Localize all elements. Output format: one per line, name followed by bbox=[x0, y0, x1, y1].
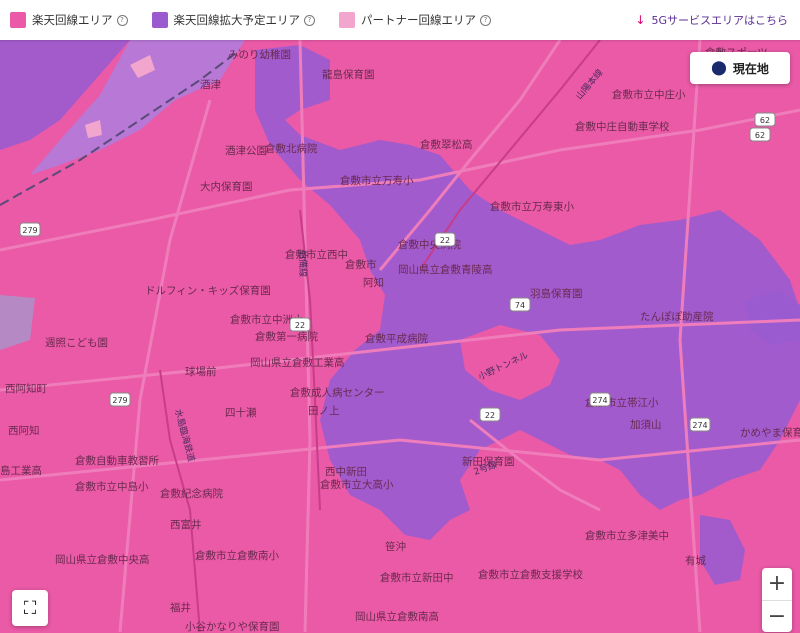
legend-swatch-expansion bbox=[151, 12, 168, 28]
map-label: たんぽぽ助産院 bbox=[640, 310, 714, 323]
map-label: 西阿知 bbox=[8, 424, 40, 437]
map-label: 小谷かなりや保育園 bbox=[185, 620, 280, 632]
legend-bar: 楽天回線エリア ? 楽天回線拡大予定エリア ? パートナー回線エリア ? ↓ 5… bbox=[0, 0, 800, 40]
map-label: 倉敷市立倉敷支援学校 bbox=[478, 568, 583, 581]
legend-label: パートナー回線エリア bbox=[361, 13, 476, 27]
route-number: 274 bbox=[692, 421, 707, 430]
help-icon[interactable]: ? bbox=[480, 14, 491, 26]
zoom-in-button[interactable]: + bbox=[762, 568, 792, 600]
map-label: 笹沖 bbox=[385, 540, 406, 553]
map-label: 酒津公園 bbox=[225, 144, 267, 157]
map-label: 西阿知町 bbox=[5, 382, 47, 395]
arrow-down-icon: ↓ bbox=[635, 13, 646, 27]
route-number: 74 bbox=[515, 301, 525, 310]
map-label: 倉敷市立新田中 bbox=[380, 571, 454, 584]
route-number: 22 bbox=[295, 321, 305, 330]
legend-label: 楽天回線エリア bbox=[32, 13, 113, 27]
map-label: 岡山県立倉敷工業高 bbox=[250, 356, 345, 369]
map-label: 倉敷市立倉敷南小 bbox=[195, 549, 279, 562]
map-label: 酒津 bbox=[200, 78, 221, 91]
map-label: 倉敷自動車教習所 bbox=[75, 454, 159, 467]
legend-item-partner-area[interactable]: パートナー回線エリア ? bbox=[339, 12, 491, 28]
map-label: 倉敷市立西中 bbox=[285, 248, 348, 261]
map-label: 有城 bbox=[685, 554, 706, 567]
map-label: みのり幼稚園 bbox=[228, 48, 291, 61]
map-label: 倉敷市立万寿東小 bbox=[490, 200, 574, 213]
fullscreen-icon: ⛶ bbox=[23, 597, 37, 619]
route-number: 279 bbox=[112, 396, 127, 405]
route-number: 22 bbox=[485, 411, 495, 420]
help-icon[interactable]: ? bbox=[116, 14, 128, 26]
map-label: 龍島保育園 bbox=[322, 68, 375, 81]
map-label: 阿知 bbox=[363, 276, 384, 289]
map-label: 倉敷平成病院 bbox=[365, 332, 428, 345]
map-label: 田ノ上 bbox=[308, 405, 340, 417]
map-label: 四十瀬 bbox=[225, 406, 257, 419]
map-label: 岡山県立倉敷青陵高 bbox=[398, 263, 493, 276]
road-label: 伯備線 bbox=[297, 250, 309, 277]
route-number: 22 bbox=[440, 236, 450, 245]
map-label: 西富井 bbox=[170, 518, 202, 531]
map-label: 島工業高 bbox=[0, 464, 42, 477]
map-label: 倉敷第一病院 bbox=[255, 330, 318, 343]
map-label: 倉敷市立中庄小 bbox=[612, 88, 686, 101]
5g-link-label: 5Gサービスエリアはこちら bbox=[651, 14, 788, 27]
map-label: 倉敷市立中島小 bbox=[75, 480, 149, 493]
current-location-button[interactable]: ⬤ 現在地 bbox=[690, 52, 790, 84]
current-location-label: 現在地 bbox=[732, 61, 769, 76]
coverage-map[interactable]: みのり幼稚園龍島保育園倉敷スポーツ倉敷市立中庄小倉敷中庄自動車学校倉敷翠松高倉敷… bbox=[0, 40, 800, 632]
map-label: 倉敷市立多津美中 bbox=[585, 529, 669, 542]
map-label: 西中新田 bbox=[325, 465, 367, 478]
route-number: 274 bbox=[592, 396, 607, 405]
map-label: 倉敷成人病センター bbox=[290, 386, 385, 399]
legend-item-rakuten-area[interactable]: 楽天回線エリア ? bbox=[10, 12, 128, 28]
map-label: ドルフィン・キッズ保育園 bbox=[145, 284, 271, 297]
map-label: 倉敷紀念病院 bbox=[160, 487, 223, 500]
route-number: 62 bbox=[755, 131, 765, 140]
map-label: 倉敷市 bbox=[345, 258, 377, 271]
legend-item-expansion-area[interactable]: 楽天回線拡大予定エリア ? bbox=[151, 12, 315, 28]
fullscreen-button[interactable]: ⛶ bbox=[12, 590, 48, 626]
legend-swatch-partner bbox=[339, 12, 355, 28]
zoom-out-button[interactable]: − bbox=[762, 599, 792, 633]
5g-area-link[interactable]: ↓ 5Gサービスエリアはこちら bbox=[635, 12, 788, 28]
map-label: 岡山県立倉敷中央高 bbox=[55, 553, 150, 566]
map-label: 羽島保育園 bbox=[530, 287, 583, 300]
map-label: 加須山 bbox=[630, 419, 662, 431]
map-label: 倉敷北病院 bbox=[265, 142, 318, 155]
route-number: 62 bbox=[760, 116, 770, 125]
map-label: かめやま保育 bbox=[740, 426, 800, 439]
legend-label: 楽天回線拡大予定エリア bbox=[173, 13, 301, 27]
map-label: 週照こども園 bbox=[45, 337, 108, 349]
help-icon[interactable]: ? bbox=[304, 14, 315, 26]
map-label: 岡山県立倉敷南高 bbox=[355, 610, 439, 623]
map-label: 倉敷中庄自動車学校 bbox=[575, 120, 670, 133]
map-label: 大内保育園 bbox=[200, 180, 253, 193]
legend-swatch-rakuten bbox=[10, 12, 26, 28]
map-label: 倉敷市立大高小 bbox=[320, 478, 394, 491]
map-label: 倉敷市立万寿小 bbox=[340, 174, 414, 187]
zoom-control: + − bbox=[762, 568, 792, 632]
map-label: 倉敷翠松高 bbox=[420, 138, 473, 151]
route-number: 279 bbox=[22, 226, 37, 235]
location-pin-icon: ⬤ bbox=[711, 60, 727, 76]
map-label: 福井 bbox=[170, 601, 191, 614]
map-label: 球場前 bbox=[185, 365, 217, 378]
